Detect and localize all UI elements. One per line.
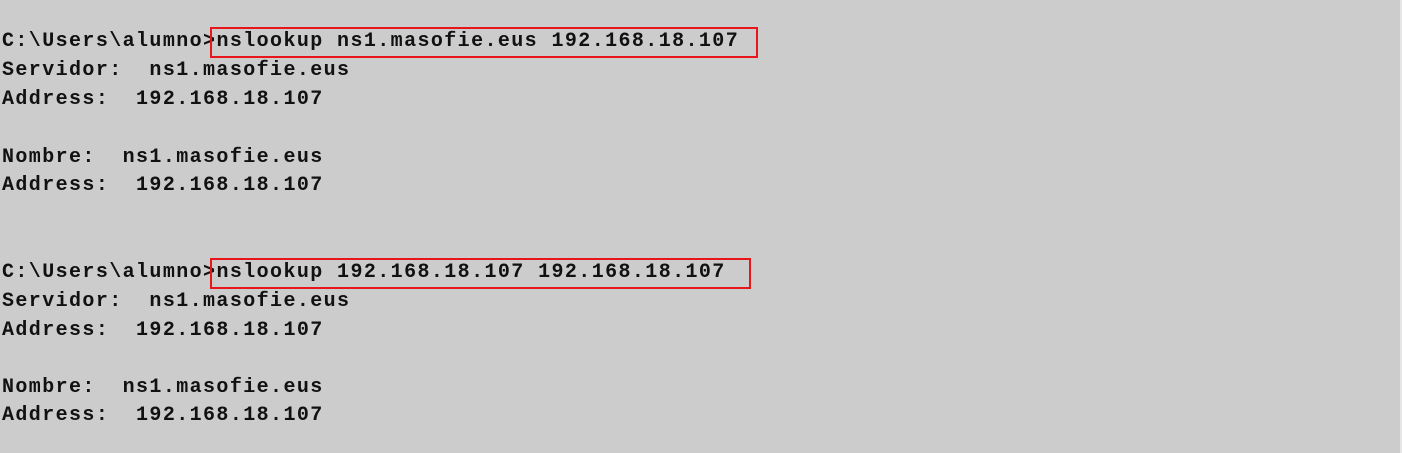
- server-address-line: Address: 192.168.18.107: [2, 88, 324, 111]
- command-highlight-box: [210, 258, 751, 289]
- address-line: Address: 192.168.18.107: [2, 174, 324, 197]
- server-line: Servidor: ns1.masofie.eus: [2, 59, 351, 82]
- command-highlight-box: [210, 27, 758, 58]
- server-line: Servidor: ns1.masofie.eus: [2, 290, 351, 313]
- name-line: Nombre: ns1.masofie.eus: [2, 146, 324, 169]
- server-address-line: Address: 192.168.18.107: [2, 319, 324, 342]
- address-line: Address: 192.168.18.107: [2, 404, 324, 427]
- prompt: C:\Users\alumno>: [2, 261, 217, 284]
- name-line: Nombre: ns1.masofie.eus: [2, 376, 324, 399]
- prompt: C:\Users\alumno>: [2, 30, 217, 53]
